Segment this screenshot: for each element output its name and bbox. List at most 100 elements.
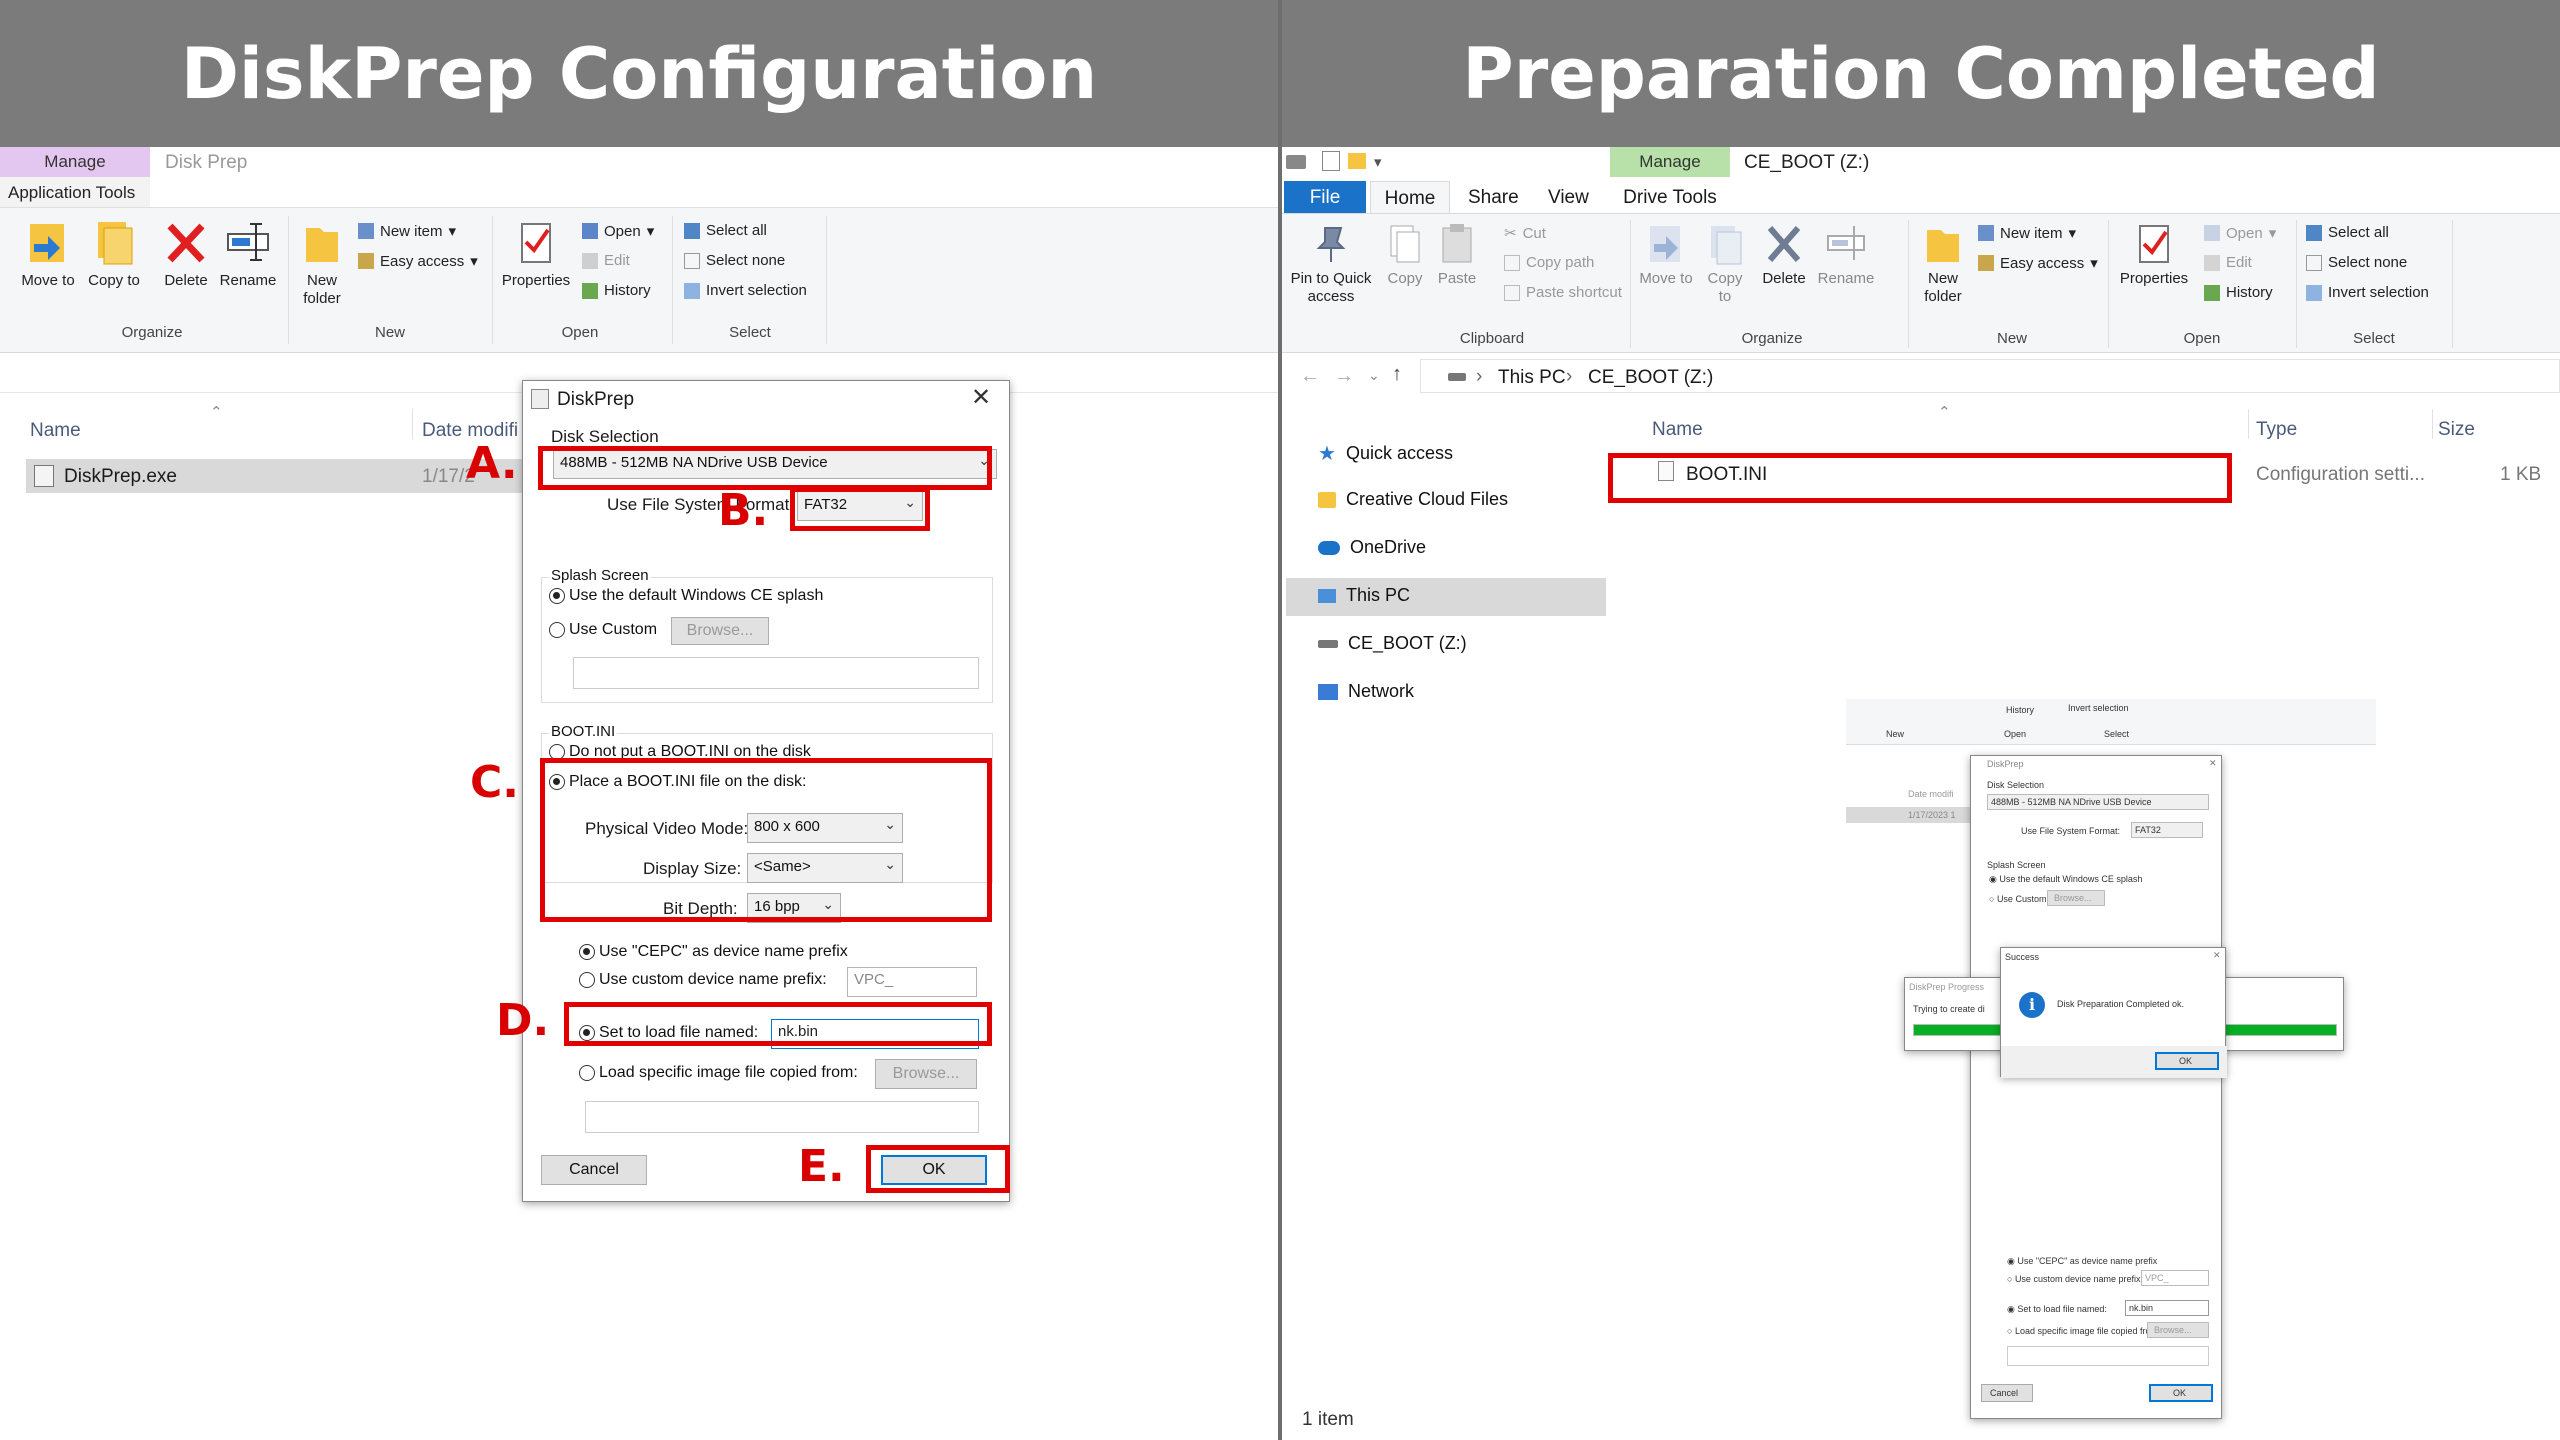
window-title: CE_BOOT (Z:) [1744, 152, 1870, 173]
cut-button[interactable]: ✂ Cut [1504, 224, 1546, 243]
splash-browse-button[interactable]: Browse... [671, 617, 769, 645]
easy-access-button[interactable]: Easy access ▾ [1978, 254, 2098, 272]
ribbon-separator [2452, 220, 2453, 348]
invert-selection-button[interactable]: Invert selection [684, 282, 807, 299]
ribbon-separator [288, 216, 289, 344]
splash-path-field[interactable] [573, 657, 979, 689]
nav-network[interactable]: Network [1318, 681, 1414, 702]
cepc-prefix-radio[interactable]: Use "CEPC" as device name prefix [579, 943, 848, 961]
tab-home[interactable]: Home [1370, 181, 1450, 213]
new-item-button[interactable]: New item ▾ [358, 222, 456, 240]
move-to-button[interactable]: Move to [18, 218, 78, 290]
folder-quick-icon[interactable] [1348, 153, 1366, 169]
paste-shortcut-button[interactable]: Paste shortcut [1504, 284, 1622, 301]
select-none-button[interactable]: Select none [2306, 254, 2407, 271]
copy-to-button[interactable]: Copy to [1700, 222, 1750, 306]
drive-icon [1286, 155, 1306, 169]
inset-history: History [2006, 705, 2035, 715]
info-icon: i [2019, 992, 2045, 1018]
nav-onedrive[interactable]: OneDrive [1318, 537, 1426, 558]
rename-button[interactable]: Rename [1816, 222, 1876, 288]
new-item-button[interactable]: New item ▾ [1978, 224, 2076, 242]
select-all-button[interactable]: Select all [2306, 224, 2389, 241]
quick-access-dropdown-icon[interactable]: ▾ [1374, 153, 1382, 171]
open-button[interactable]: Open ▾ [2204, 224, 2276, 242]
image-path-field[interactable] [585, 1101, 979, 1133]
properties-label: Properties [2119, 270, 2189, 287]
column-header-name[interactable]: Name [30, 420, 81, 442]
image-browse-button[interactable]: Browse... [875, 1059, 977, 1089]
cut-label: Cut [1522, 224, 1546, 242]
column-header-type[interactable]: Type [2256, 419, 2297, 441]
manage-context-tab[interactable]: Manage [0, 147, 150, 177]
nav-creative-cloud[interactable]: Creative Cloud Files [1318, 489, 1508, 510]
load-image-radio[interactable]: Load specific image file copied from: [579, 1064, 858, 1082]
inset-image-path [2007, 1346, 2209, 1366]
edit-button[interactable]: Edit [582, 252, 630, 269]
tab-drive-tools[interactable]: Drive Tools [1610, 181, 1730, 213]
nav-quick-access[interactable]: ★ Quick access [1318, 441, 1453, 466]
file-name-diskprep[interactable]: DiskPrep.exe [64, 466, 177, 488]
back-arrow-icon[interactable]: ← [1300, 365, 1320, 388]
inset-success-close-icon: ✕ [2213, 950, 2221, 960]
tab-share[interactable]: Share [1468, 187, 1519, 209]
tab-file[interactable]: File [1284, 181, 1366, 213]
move-to-button[interactable]: Move to [1638, 222, 1694, 288]
new-folder-button[interactable]: New folder [296, 218, 348, 308]
history-button[interactable]: History [2204, 284, 2273, 301]
breadcrumb-this-pc[interactable]: This PC [1498, 367, 1566, 389]
recent-dropdown-icon[interactable]: ⌄ [1368, 367, 1380, 384]
highlight-b [790, 487, 930, 531]
cloud-icon [1318, 540, 1340, 555]
pin-to-quick-access-button[interactable]: Pin to Quick access [1288, 222, 1374, 306]
invert-selection-button[interactable]: Invert selection [2306, 284, 2429, 301]
column-header-size[interactable]: Size [2438, 419, 2475, 441]
tab-view[interactable]: View [1548, 187, 1589, 209]
inset-cancel-label: Cancel [1990, 1388, 2019, 1398]
history-button[interactable]: History [582, 282, 651, 299]
select-all-button[interactable]: Select all [684, 222, 767, 239]
new-folder-button[interactable]: New folder [1918, 222, 1968, 306]
manage-context-tab[interactable]: Manage [1610, 147, 1730, 177]
splash-custom-radio[interactable]: Use Custom [549, 621, 657, 639]
delete-button[interactable]: Delete [1756, 222, 1812, 288]
delete-button[interactable]: Delete [158, 218, 214, 290]
paste-label: Paste [1437, 270, 1477, 287]
easy-access-button[interactable]: Easy access ▾ [358, 252, 478, 270]
rename-button[interactable]: Rename [218, 218, 278, 290]
tab-application-tools[interactable]: Application Tools [0, 177, 150, 207]
custom-prefix-field[interactable]: VPC_ [847, 967, 977, 997]
column-header-name[interactable]: Name [1652, 419, 1703, 441]
dropdown-arrow-icon: ▾ [2090, 255, 2098, 272]
open-icon [582, 223, 598, 239]
paste-button[interactable]: Paste [1432, 222, 1482, 288]
inset-prefix-field: VPC_ [2141, 1270, 2209, 1286]
group-label-organize: Organize [1741, 330, 1803, 347]
copy-path-button[interactable]: Copy path [1504, 254, 1594, 271]
group-label-select: Select [2353, 330, 2395, 347]
splash-default-radio[interactable]: Use the default Windows CE splash [549, 587, 823, 605]
forward-arrow-icon[interactable]: → [1334, 365, 1354, 388]
dialog-app-icon [531, 389, 549, 409]
open-button[interactable]: Open ▾ [582, 222, 654, 240]
cepc-prefix-label: Use "CEPC" as device name prefix [599, 943, 848, 960]
rename-icon [1827, 226, 1865, 260]
inset-group-select: Select [2104, 729, 2130, 739]
nav-ce-boot[interactable]: CE_BOOT (Z:) [1318, 633, 1467, 654]
cancel-button[interactable]: Cancel [541, 1155, 647, 1185]
dropdown-arrow-icon: ▾ [470, 253, 478, 270]
copy-button[interactable]: Copy [1380, 222, 1430, 288]
properties-button[interactable]: Properties [2116, 222, 2192, 288]
close-icon[interactable]: ✕ [971, 383, 991, 412]
custom-prefix-radio[interactable]: Use custom device name prefix: [579, 971, 827, 989]
copy-to-button[interactable]: Copy to [88, 218, 140, 290]
properties-quick-icon[interactable] [1322, 151, 1340, 171]
breadcrumb-drive[interactable]: CE_BOOT (Z:) [1588, 367, 1713, 389]
inset-splash-custom: ○ Use Custom [1989, 894, 2047, 904]
select-none-button[interactable]: Select none [684, 252, 785, 269]
properties-button[interactable]: Properties [500, 218, 572, 290]
edit-button[interactable]: Edit [2204, 254, 2252, 271]
radio-empty-icon [579, 1065, 595, 1081]
nav-this-pc[interactable]: This PC [1318, 585, 1410, 606]
up-arrow-icon[interactable]: ↑ [1392, 363, 1402, 386]
